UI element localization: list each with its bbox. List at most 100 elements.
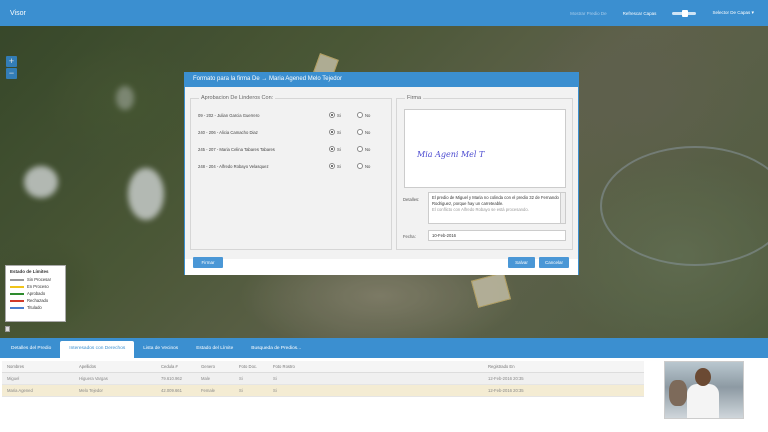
column-header[interactable]: Cedula # bbox=[156, 361, 196, 373]
legend-swatch bbox=[10, 292, 24, 295]
dialog-title: Formato para la firma De → Maria Agened … bbox=[185, 73, 578, 87]
app-title: Visor bbox=[10, 9, 26, 17]
legend-item: Aprobado bbox=[10, 291, 61, 296]
sign-button[interactable]: Firmar bbox=[193, 257, 223, 268]
legend-swatch bbox=[10, 306, 24, 309]
radio-circle bbox=[357, 112, 363, 118]
table-cell: 42.009.661 bbox=[156, 384, 196, 397]
refresh-layers-button[interactable]: Refrescar Capas bbox=[623, 11, 657, 16]
legend-label: Sin Procesar bbox=[27, 277, 51, 282]
tab-parcel-search[interactable]: Busqueda de Predios... bbox=[242, 341, 310, 358]
layer-selector-label: Selector De Capas bbox=[712, 10, 751, 15]
radio-circle bbox=[329, 163, 335, 169]
radio-no-label: No bbox=[365, 112, 371, 118]
table-cell: Melo Tejedor bbox=[74, 384, 156, 397]
radio-circle bbox=[329, 146, 335, 152]
table-cell: Si bbox=[234, 372, 268, 385]
textarea-scrollbar[interactable] bbox=[560, 193, 565, 223]
table-row[interactable]: Maria Agened Melo Tejedor 42.009.661 Fem… bbox=[2, 384, 644, 397]
table-cell: Miguel bbox=[2, 372, 74, 385]
table-cell: Maria Agened bbox=[2, 384, 74, 397]
column-header[interactable]: Apellidos bbox=[74, 361, 156, 373]
neighbor-label: 240 - 206 - Alicia Camacho Diaz bbox=[198, 130, 258, 135]
bottom-panel: Nombres Apellidos Cedula # Genero Foto D… bbox=[0, 358, 768, 432]
radio-yes[interactable]: Si bbox=[329, 129, 341, 135]
cancel-button[interactable]: Cancelar bbox=[539, 257, 569, 268]
approval-legend: Aprobacion De Linderos Con: bbox=[199, 95, 276, 101]
opacity-slider[interactable] bbox=[672, 9, 697, 17]
radio-yes[interactable]: Si bbox=[329, 146, 341, 152]
save-button[interactable]: Salvar bbox=[508, 257, 535, 268]
column-header[interactable]: Foto Rostro bbox=[268, 361, 318, 373]
radio-circle bbox=[329, 129, 335, 135]
date-input[interactable]: 10-Feb-2016 bbox=[428, 230, 566, 241]
table-cell: Male bbox=[196, 372, 234, 385]
signature-legend: Firma bbox=[405, 95, 424, 101]
radio-no[interactable]: No bbox=[357, 112, 370, 118]
legend-swatch bbox=[10, 278, 24, 281]
photo-person-body bbox=[687, 384, 719, 418]
radio-yes[interactable]: Si bbox=[329, 163, 341, 169]
table-cell: Si bbox=[268, 384, 318, 397]
signature-stroke: Mia Ageni Mel T bbox=[417, 150, 485, 159]
slider-knob[interactable] bbox=[682, 9, 689, 17]
table-cell: Female bbox=[196, 384, 234, 397]
radio-no[interactable]: No bbox=[357, 129, 370, 135]
details-textarea[interactable]: El predio de Miguel y Maria no colinda c… bbox=[428, 192, 566, 224]
details-text-more: El conflicto con Alfredo Robayo se está … bbox=[432, 207, 529, 212]
person-photo bbox=[664, 361, 744, 419]
column-header[interactable]: Genero bbox=[196, 361, 234, 373]
details-label: Detalles: bbox=[403, 197, 420, 202]
tab-boundary-status[interactable]: Estado del Límite bbox=[187, 341, 242, 358]
table-cell: Higuera Vargas bbox=[74, 372, 156, 385]
tab-neighbors[interactable]: Lista de Vecinos bbox=[134, 341, 187, 358]
radio-no-label: No bbox=[365, 146, 371, 152]
neighbor-label: 09 - 202 - Julian Garcia Guerrero bbox=[198, 113, 260, 118]
tab-parcel-details[interactable]: Detalles del Predio bbox=[2, 341, 60, 358]
photo-background-figure bbox=[669, 380, 687, 406]
signature-pad[interactable]: Mia Ageni Mel T bbox=[404, 109, 566, 188]
interested-parties-table: Nombres Apellidos Cedula # Genero Foto D… bbox=[2, 361, 644, 397]
legend-item: En Proceso bbox=[10, 284, 61, 289]
table-row[interactable]: Miguel Higuera Vargas 79.610.962 Male Si… bbox=[2, 372, 644, 385]
legend-swatch bbox=[10, 285, 24, 288]
legend-label: Aprobado bbox=[27, 291, 46, 296]
radio-circle bbox=[357, 163, 363, 169]
show-parcel-link[interactable]: Mostrar Predio De bbox=[570, 11, 607, 16]
date-label: Fecha: bbox=[403, 234, 416, 239]
neighbor-label: 248 - 204 - Alfredo Robayo Velasquez bbox=[198, 164, 269, 169]
radio-no-label: No bbox=[365, 129, 371, 135]
radio-yes-label: Si bbox=[337, 163, 341, 169]
column-header[interactable]: Registrado En bbox=[318, 361, 644, 373]
column-header[interactable]: Foto Doc. bbox=[234, 361, 268, 373]
chevron-down-icon: ▾ bbox=[751, 10, 754, 16]
photo-person-head bbox=[695, 368, 711, 386]
radio-no[interactable]: No bbox=[357, 146, 370, 152]
legend-swatch bbox=[10, 299, 24, 302]
column-header[interactable]: Nombres bbox=[2, 361, 74, 373]
resize-handle[interactable] bbox=[5, 326, 10, 332]
bottom-tabs: Detalles del Predio Interesados con Dere… bbox=[0, 338, 768, 358]
legend-label: Rechazado bbox=[27, 298, 49, 303]
legend-label: En Proceso bbox=[27, 284, 49, 289]
radio-yes-label: Si bbox=[337, 129, 341, 135]
top-bar: Visor Mostrar Predio De Refrescar Capas … bbox=[0, 0, 768, 26]
table-cell: 79.610.962 bbox=[156, 372, 196, 385]
table-cell: 12-Feb-2016 20:35 bbox=[318, 372, 644, 385]
details-text: El predio de Miguel y Maria no colinda c… bbox=[432, 195, 559, 206]
top-bar-actions: Mostrar Predio De Refrescar Capas Select… bbox=[570, 0, 754, 26]
radio-yes[interactable]: Si bbox=[329, 112, 341, 118]
legend-item: Titulado bbox=[10, 305, 61, 310]
boundary-approval-group: Aprobacion De Linderos Con: bbox=[190, 95, 392, 250]
radio-circle bbox=[357, 129, 363, 135]
legend-item: Rechazado bbox=[10, 298, 61, 303]
legend-title: Estado de Límites bbox=[10, 269, 49, 274]
tab-interested-parties[interactable]: Interesados con Derechos bbox=[60, 341, 135, 358]
layer-selector[interactable]: Selector De Capas ▾ bbox=[712, 10, 754, 16]
legend-label: Titulado bbox=[27, 305, 42, 310]
radio-yes-label: Si bbox=[337, 146, 341, 152]
radio-circle bbox=[329, 112, 335, 118]
radio-no[interactable]: No bbox=[357, 163, 370, 169]
table-cell: Si bbox=[268, 372, 318, 385]
boundary-status-legend: Estado de Límites Sin Procesar En Proces… bbox=[5, 265, 66, 322]
